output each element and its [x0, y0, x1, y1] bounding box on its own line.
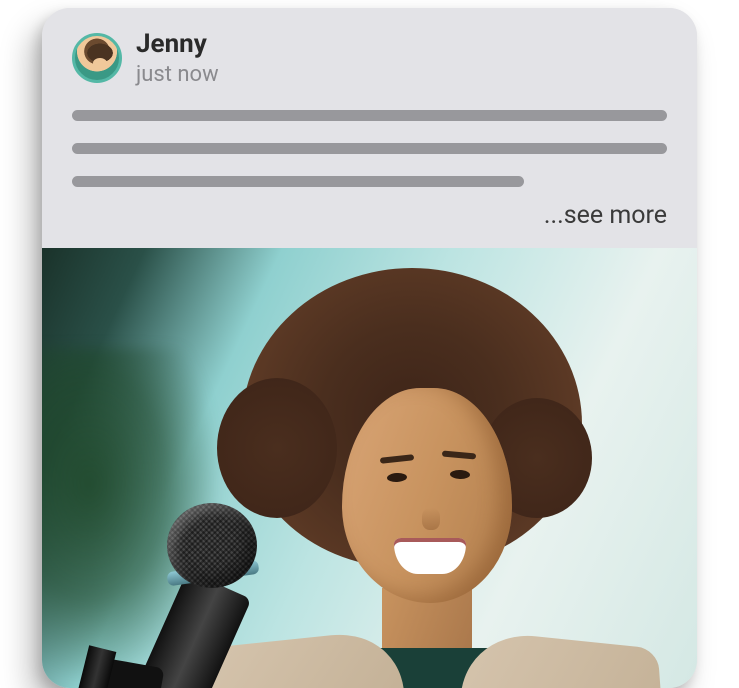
author-meta: Jenny just now	[136, 28, 219, 88]
placeholder-line	[72, 143, 667, 154]
microphone-icon	[167, 503, 257, 588]
author-row: Jenny just now	[72, 28, 667, 88]
author-name[interactable]: Jenny	[136, 28, 219, 61]
post-text-placeholder	[72, 110, 667, 187]
person-blazer	[455, 628, 669, 688]
person-face	[342, 388, 512, 603]
placeholder-line	[72, 110, 667, 121]
placeholder-line	[72, 176, 524, 187]
social-post-card: Jenny just now ...see more	[42, 8, 697, 688]
see-more-link[interactable]: ...see more	[544, 201, 667, 230]
author-avatar[interactable]	[72, 33, 122, 83]
post-timestamp: just now	[136, 61, 219, 89]
post-header: Jenny just now ...see more	[42, 8, 697, 248]
post-image[interactable]	[42, 248, 697, 688]
